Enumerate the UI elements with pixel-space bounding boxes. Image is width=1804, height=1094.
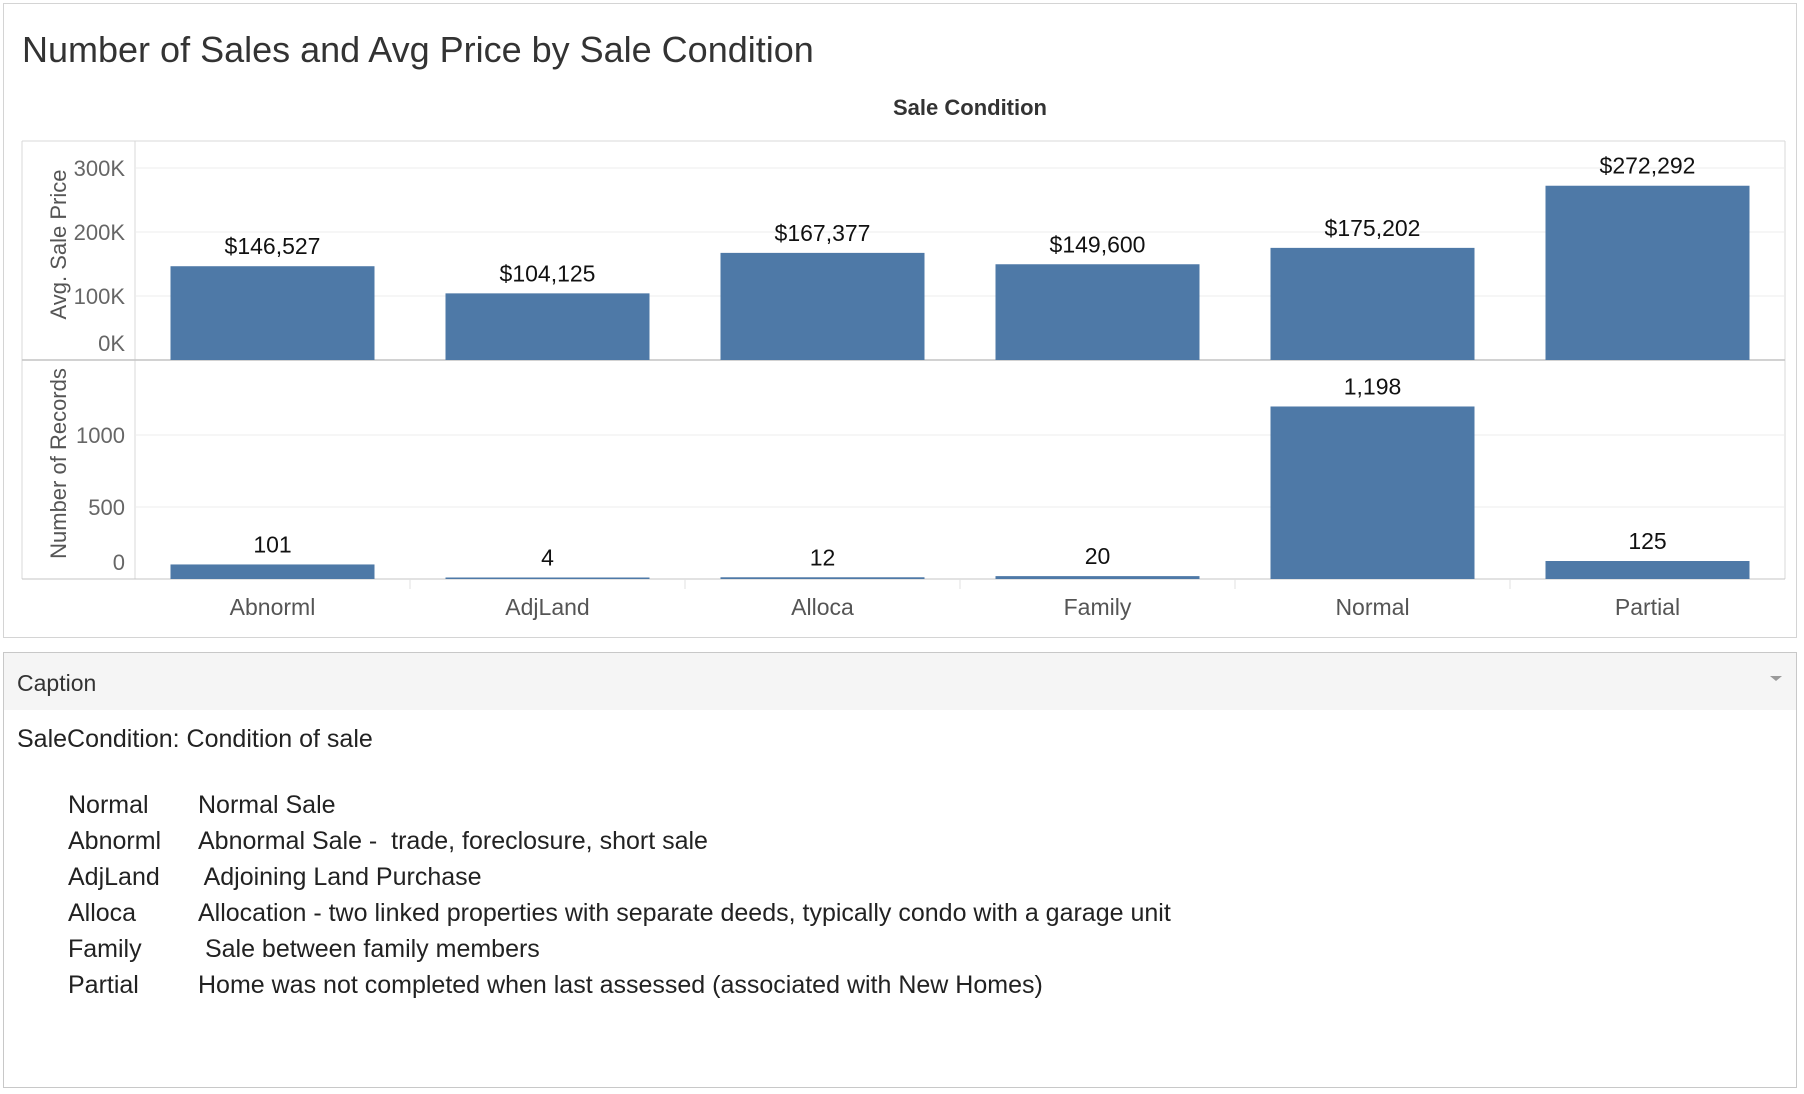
x-tick-label: AdjLand: [505, 594, 589, 620]
data-label: $272,292: [1600, 153, 1696, 179]
definition-row: Partial Home was not completed when last …: [17, 967, 1786, 1003]
definition-code: Normal: [68, 790, 149, 819]
data-label: 1,198: [1344, 373, 1402, 399]
caption-header: Caption: [4, 653, 1796, 710]
bar-normal: [1270, 406, 1475, 579]
y-tick-label: 0: [113, 550, 125, 575]
data-label: 4: [541, 545, 554, 571]
y-axis-title: Avg. Sale Price: [46, 169, 71, 319]
definition-row: Normal Normal Sale: [17, 787, 1786, 823]
data-label: 101: [253, 531, 291, 557]
y-tick-label: 300K: [74, 156, 126, 181]
bar-family: [995, 264, 1200, 360]
chart-panel: Number of Sales and Avg Price by Sale Co…: [3, 3, 1797, 638]
definition-description: Home was not completed when last assesse…: [198, 970, 1043, 999]
data-label: $175,202: [1325, 215, 1421, 241]
y-axis-title: Number of Records: [46, 368, 71, 559]
x-tick-label: Partial: [1615, 594, 1680, 620]
definition-code: Family: [68, 934, 142, 963]
definition-row: Alloca Allocation - two linked properties…: [17, 895, 1786, 931]
data-label: $149,600: [1050, 231, 1146, 257]
bar-abnorml: [170, 266, 375, 360]
caption-body: SaleCondition: Condition of sale Normal N…: [17, 725, 1786, 1003]
bar-alloca: [720, 252, 925, 360]
definition-description: Sale between family members: [198, 934, 540, 963]
data-label: 20: [1085, 543, 1111, 569]
bar-family: [995, 576, 1200, 579]
definition-row: AdjLand Adjoining Land Purchase: [17, 859, 1786, 895]
data-label: $146,527: [225, 233, 321, 259]
definition-row: Abnorml Abnormal Sale - trade, foreclosur…: [17, 823, 1786, 859]
bar-chart: Number of Sales and Avg Price by Sale Co…: [21, 29, 1786, 620]
y-tick-label: 0K: [98, 331, 125, 356]
y-tick-label: 1000: [76, 423, 125, 448]
bar-alloca: [720, 577, 925, 579]
definition-description: Adjoining Land Purchase: [198, 862, 482, 891]
data-label: $104,125: [500, 260, 596, 286]
x-tick-label: Abnorml: [230, 594, 316, 620]
data-label: 125: [1628, 528, 1666, 554]
caption-panel: Caption SaleCondition: Condition of sale…: [3, 652, 1797, 1088]
y-tick-label: 200K: [74, 220, 126, 245]
chevron-down-icon[interactable]: [1764, 667, 1788, 691]
bar-normal: [1270, 247, 1475, 360]
definition-code: Partial: [68, 970, 139, 999]
data-label: $167,377: [775, 220, 871, 246]
x-tick-label: Family: [1064, 594, 1132, 620]
x-tick-label: Normal: [1335, 594, 1409, 620]
definition-description: Normal Sale: [198, 790, 336, 819]
bar-abnorml: [170, 564, 375, 579]
chart-title: Number of Sales and Avg Price by Sale Co…: [22, 29, 814, 70]
y-tick-label: 500: [88, 495, 125, 520]
x-tick-label: Alloca: [791, 594, 854, 620]
definition-description: Abnormal Sale - trade, foreclosure, shor…: [198, 826, 708, 855]
definition-description: Allocation - two linked properties with …: [198, 898, 1171, 927]
definition-row: Family Sale between family members: [17, 931, 1786, 967]
definition-code: Alloca: [68, 898, 137, 927]
definition-code: Abnorml: [68, 826, 162, 855]
column-header: Sale Condition: [893, 95, 1047, 120]
definitions-list: Normal Normal Sale Abnorml Abnormal Sale - …: [17, 787, 1786, 1003]
caption-title: Caption: [17, 670, 97, 696]
y-tick-label: 100K: [74, 284, 126, 309]
definition-code: AdjLand: [68, 862, 160, 891]
bar-partial: [1545, 185, 1750, 360]
caption-intro: SaleCondition: Condition of sale: [17, 725, 373, 753]
bar-partial: [1545, 561, 1750, 579]
data-label: 12: [810, 544, 836, 570]
bar-adjland: [445, 293, 650, 360]
bar-adjland: [445, 577, 650, 579]
